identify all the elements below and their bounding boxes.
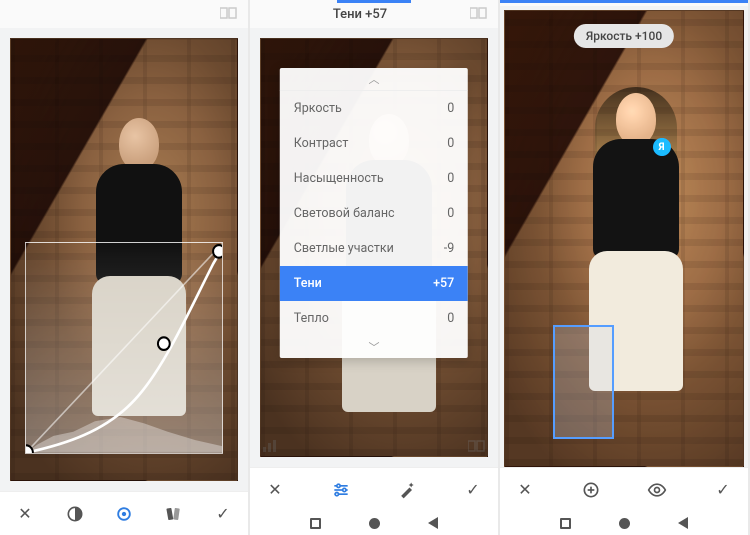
sliders-icon[interactable] bbox=[330, 479, 352, 501]
nav-back-icon[interactable] bbox=[428, 517, 438, 529]
apply-button[interactable]: ✓ bbox=[712, 479, 734, 501]
nav-home-icon[interactable] bbox=[369, 518, 380, 529]
compare-icon[interactable] bbox=[470, 5, 488, 24]
curve-node-white[interactable] bbox=[213, 245, 223, 258]
curves-overlay[interactable] bbox=[25, 242, 224, 454]
apply-button[interactable]: ✓ bbox=[212, 503, 234, 525]
value-indicator-bar bbox=[500, 0, 748, 3]
add-point-icon[interactable] bbox=[580, 479, 602, 501]
panel-curves: ✕ ✓ bbox=[0, 0, 250, 535]
curve-node-mid[interactable] bbox=[157, 337, 169, 350]
compare-icon[interactable] bbox=[220, 5, 238, 24]
adjust-label: Светлые участки bbox=[294, 241, 394, 256]
photo-canvas[interactable]: Я Яркость +100 bbox=[500, 6, 748, 467]
adjust-label: Световой баланс bbox=[294, 206, 395, 221]
nav-home-icon[interactable] bbox=[619, 518, 630, 529]
adjust-row[interactable]: Светлые участки -9 bbox=[280, 231, 468, 266]
photo-canvas[interactable]: ︿ Яркость0Контраст0Насыщенность0Световой… bbox=[250, 28, 498, 467]
apply-button[interactable]: ✓ bbox=[462, 479, 484, 501]
adjust-row[interactable]: Контраст 0 bbox=[280, 126, 468, 161]
adjust-label: Насыщенность bbox=[294, 171, 384, 186]
close-button[interactable]: ✕ bbox=[514, 479, 536, 501]
nav-recent-icon[interactable] bbox=[560, 518, 571, 529]
selective-region[interactable] bbox=[553, 325, 615, 439]
chevron-up-icon[interactable]: ︿ bbox=[280, 68, 468, 91]
bottom-toolbar: ✕ ✓ bbox=[500, 467, 748, 511]
adjust-label: Яркость bbox=[294, 101, 342, 116]
bottom-toolbar: ✕ ✓ bbox=[250, 467, 498, 511]
adjust-row[interactable]: Насыщенность 0 bbox=[280, 161, 468, 196]
topbar: Тени +57 bbox=[250, 0, 498, 28]
adjust-label: Тепло bbox=[294, 311, 329, 326]
chevron-down-icon[interactable]: ﹀ bbox=[280, 336, 468, 358]
close-button[interactable]: ✕ bbox=[14, 503, 36, 525]
histogram-icon[interactable] bbox=[262, 438, 280, 457]
auto-magic-icon[interactable] bbox=[396, 479, 418, 501]
adjust-label: Тени bbox=[294, 276, 322, 291]
adjust-value: 0 bbox=[447, 206, 454, 221]
channel-rgb-icon[interactable] bbox=[113, 503, 135, 525]
nav-recent-icon[interactable] bbox=[310, 518, 321, 529]
value-indicator-bar bbox=[337, 0, 411, 3]
adjust-row[interactable]: Тепло 0 bbox=[280, 301, 468, 336]
view-icon[interactable] bbox=[646, 479, 668, 501]
current-adjustment-label: Тени +57 bbox=[260, 7, 460, 22]
close-button[interactable]: ✕ bbox=[264, 479, 286, 501]
android-navbar bbox=[250, 511, 498, 535]
presets-icon[interactable] bbox=[163, 503, 185, 525]
android-navbar bbox=[500, 511, 748, 535]
adjust-row[interactable]: Световой баланс 0 bbox=[280, 196, 468, 231]
control-point-badge[interactable]: Я bbox=[653, 138, 671, 156]
panel-tune: Тени +57 ︿ Яркость0Контраст0Насыщенность… bbox=[250, 0, 500, 535]
adjust-row[interactable]: Яркость 0 bbox=[280, 91, 468, 126]
adjust-value: -9 bbox=[444, 241, 454, 256]
photo bbox=[10, 38, 238, 481]
adjustments-menu: ︿ Яркость0Контраст0Насыщенность0Световой… bbox=[280, 68, 468, 358]
panel-selective: Я Яркость +100 ✕ ✓ bbox=[500, 0, 750, 535]
photo-canvas[interactable] bbox=[0, 28, 248, 491]
adjust-value: +57 bbox=[433, 276, 454, 291]
adjust-value: 0 bbox=[447, 136, 454, 151]
topbar bbox=[0, 0, 248, 28]
adjust-value: 0 bbox=[447, 101, 454, 116]
channel-luma-icon[interactable] bbox=[64, 503, 86, 525]
adjust-value: 0 bbox=[447, 171, 454, 186]
bottom-toolbar: ✕ ✓ bbox=[0, 491, 248, 535]
photo: Я bbox=[504, 10, 744, 467]
adjust-value: 0 bbox=[447, 311, 454, 326]
compare-icon[interactable] bbox=[468, 438, 486, 457]
nav-back-icon[interactable] bbox=[678, 517, 688, 529]
adjust-row[interactable]: Тени +57 bbox=[280, 266, 468, 301]
adjust-label: Контраст bbox=[294, 136, 349, 151]
adjustment-pill: Яркость +100 bbox=[574, 24, 674, 48]
